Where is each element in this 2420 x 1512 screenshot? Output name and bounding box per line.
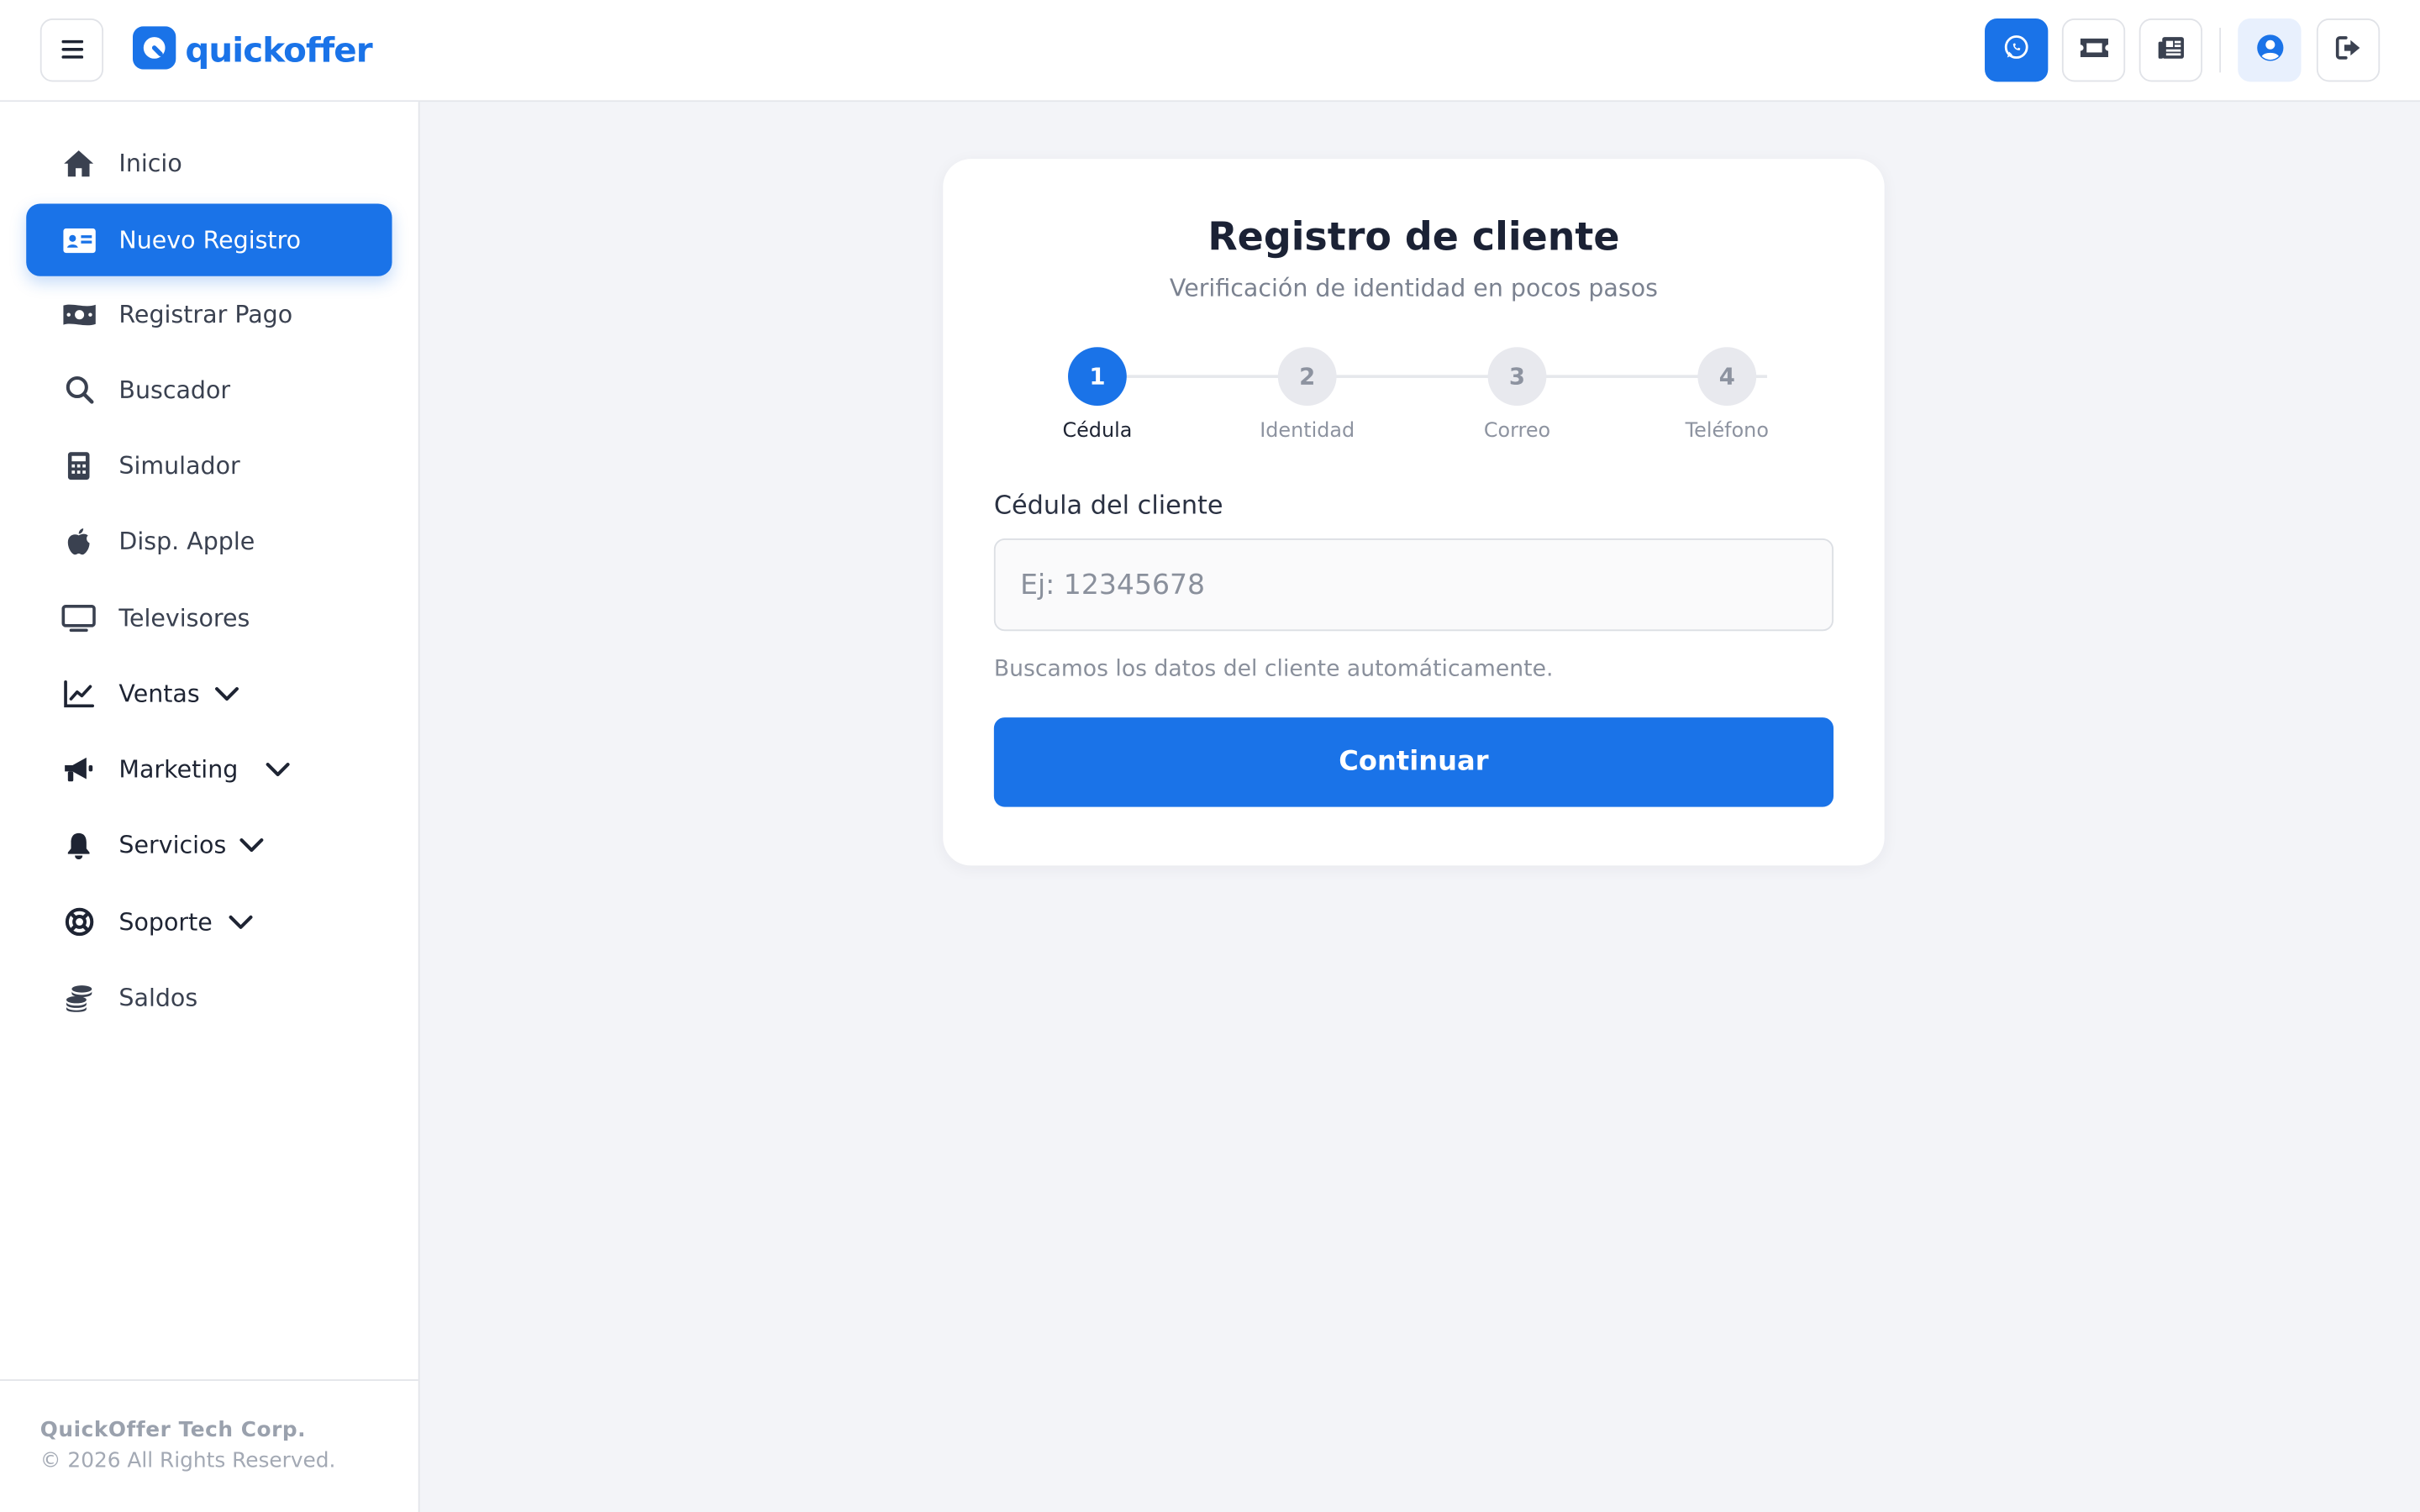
cedula-help-text: Buscamos los datos del cliente automátic… xyxy=(993,657,1554,682)
sidebar-item-label: Servicios xyxy=(118,831,227,859)
step-telefono: 4 Teléfono xyxy=(1649,347,1804,443)
sidebar-item-buscador[interactable]: Buscador xyxy=(26,354,392,426)
copyright-text: © 2026 All Rights Reserved. xyxy=(39,1448,336,1474)
step-label: Identidad xyxy=(1260,419,1355,444)
calculator-icon xyxy=(61,449,95,482)
step-label: Correo xyxy=(1483,419,1551,444)
tv-icon xyxy=(61,601,96,634)
logo-text: quickoffer xyxy=(185,31,372,71)
sidebar-item-marketing[interactable]: Marketing xyxy=(26,732,392,805)
toolbar-divider xyxy=(2219,28,2222,73)
step-number: 4 xyxy=(1697,347,1757,407)
whatsapp-button[interactable] xyxy=(1985,18,2049,82)
sidebar-item-label: Marketing xyxy=(118,755,239,784)
apple-icon xyxy=(61,524,95,558)
brand-logo[interactable]: quickoffer xyxy=(132,26,373,76)
logout-button[interactable] xyxy=(2316,18,2381,82)
profile-button[interactable] xyxy=(2238,18,2302,82)
sidebar-item-disp-apple[interactable]: Disp. Apple xyxy=(26,505,392,577)
sidebar-item-label: Ventas xyxy=(118,680,200,708)
sidebar-item-registrar-pago[interactable]: Registrar Pago xyxy=(26,278,392,350)
step-correo: 3 Correo xyxy=(1440,347,1595,443)
top-bar: quickoffer xyxy=(0,0,2420,102)
step-label: Cédula xyxy=(1062,419,1133,444)
step-identidad: 2 Identidad xyxy=(1230,347,1385,443)
chevron-down-icon xyxy=(228,914,252,929)
sidebar-item-label: Simulador xyxy=(118,451,240,480)
sidebar-item-soporte[interactable]: Soporte xyxy=(26,885,392,958)
sidebar-item-nuevo-registro[interactable]: Nuevo Registro xyxy=(26,203,392,276)
tickets-button[interactable] xyxy=(2061,18,2126,82)
whatsapp-icon xyxy=(2003,34,2029,66)
sidebar-item-saldos[interactable]: Saldos xyxy=(26,961,392,1033)
sidebar-item-label: Televisores xyxy=(118,604,250,633)
user-circle-icon xyxy=(2255,33,2283,66)
sidebar-item-label: Saldos xyxy=(118,983,198,1011)
continue-button[interactable]: Continuar xyxy=(993,717,1834,807)
sidebar-item-label: Disp. Apple xyxy=(118,527,255,555)
sidebar-item-simulador[interactable]: Simulador xyxy=(26,429,392,501)
sidebar-item-label: Registrar Pago xyxy=(118,300,293,328)
cedula-input[interactable] xyxy=(993,538,1834,632)
sidebar-item-servicios[interactable]: Servicios xyxy=(26,808,392,880)
money-icon xyxy=(61,297,95,331)
logo-mark-icon xyxy=(132,26,176,76)
chevron-down-icon xyxy=(239,837,263,852)
lifebuoy-icon xyxy=(61,905,95,938)
sidebar-item-label: Inicio xyxy=(118,149,182,177)
sidebar-item-label: Nuevo Registro xyxy=(118,226,302,255)
step-number: 1 xyxy=(1068,347,1127,407)
home-icon xyxy=(61,146,95,180)
bell-icon xyxy=(61,827,95,861)
page-subtitle: Verificación de identidad en pocos pasos xyxy=(1169,274,1658,302)
chart-line-icon xyxy=(61,676,95,710)
step-number: 3 xyxy=(1487,347,1547,407)
menu-toggle-button[interactable] xyxy=(39,18,104,82)
newspaper-icon xyxy=(2157,34,2185,66)
step-label: Teléfono xyxy=(1685,419,1769,444)
chevron-down-icon xyxy=(266,761,291,776)
sidebar-item-inicio[interactable]: Inicio xyxy=(26,127,392,199)
cedula-field-label: Cédula del cliente xyxy=(993,491,1223,520)
id-card-icon xyxy=(61,223,95,256)
page-title: Registro de cliente xyxy=(1207,214,1620,260)
company-name: QuickOffer Tech Corp. xyxy=(39,1417,307,1443)
sidebar-item-ventas[interactable]: Ventas xyxy=(26,657,392,729)
sidebar-footer: QuickOffer Tech Corp. © 2026 All Rights … xyxy=(0,1379,418,1512)
hamburger-icon xyxy=(60,35,83,65)
news-button[interactable] xyxy=(2139,18,2203,82)
megaphone-icon xyxy=(61,752,95,785)
coins-icon xyxy=(61,980,95,1014)
chevron-down-icon xyxy=(215,685,239,701)
sidebar-item-label: Buscador xyxy=(118,375,231,404)
step-number: 2 xyxy=(1277,347,1337,407)
sidebar-item-televisores[interactable]: Televisores xyxy=(26,581,392,654)
logout-icon xyxy=(2334,34,2362,66)
sidebar: Inicio Nuevo Registro Registrar Pago Bus… xyxy=(0,102,420,1512)
search-icon xyxy=(61,373,95,407)
ticket-icon xyxy=(2078,35,2109,65)
registration-card: Registro de cliente Verificación de iden… xyxy=(943,159,1885,866)
step-cedula: 1 Cédula xyxy=(1020,347,1175,443)
sidebar-item-label: Soporte xyxy=(118,907,213,936)
